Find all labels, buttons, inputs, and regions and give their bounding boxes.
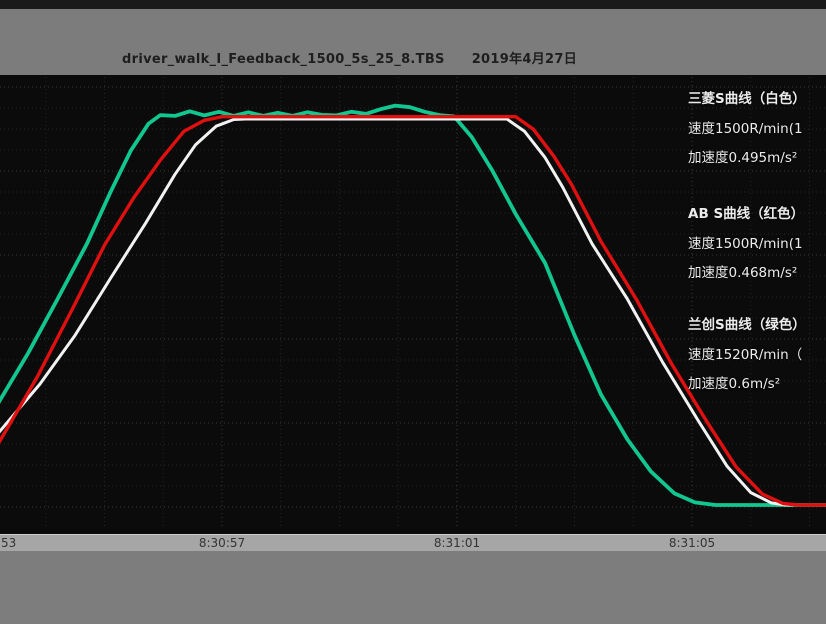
legend-block-red: AB S曲线（红色） 速度1500R/min(1 加速度0.468m/s² bbox=[688, 200, 804, 289]
x-tick-label: 8:31:01 bbox=[434, 535, 480, 551]
x-tick-label: 8:30:57 bbox=[199, 535, 245, 551]
capture-date: 2019年4月27日 bbox=[472, 48, 577, 67]
top-strip bbox=[0, 0, 826, 9]
chart-area: 三菱S曲线（白色） 速度1500R/min(1 加速度0.495m/s² AB … bbox=[0, 75, 826, 534]
legend-title-white: 三菱S曲线（白色） bbox=[688, 85, 806, 115]
legend-speed-green: 速度1520R/min（ bbox=[688, 341, 806, 371]
legend-block-green: 兰创S曲线（绿色） 速度1520R/min（ 加速度0.6m/s² bbox=[688, 311, 806, 400]
legend-speed-white: 速度1500R/min(1 bbox=[688, 115, 806, 145]
x-axis-strip: 53 8:30:57 8:31:01 8:31:05 bbox=[0, 534, 826, 551]
legend-accel-white: 加速度0.495m/s² bbox=[688, 144, 806, 174]
legend-title-green: 兰创S曲线（绿色） bbox=[688, 311, 806, 341]
footer-area bbox=[0, 551, 826, 624]
legend-accel-red: 加速度0.468m/s² bbox=[688, 259, 804, 289]
title-bar: driver_walk_I_Feedback_1500_5s_25_8.TBS … bbox=[0, 9, 826, 75]
legend-speed-red: 速度1500R/min(1 bbox=[688, 230, 804, 260]
legend-accel-green: 加速度0.6m/s² bbox=[688, 370, 806, 400]
legend-block-white: 三菱S曲线（白色） 速度1500R/min(1 加速度0.495m/s² bbox=[688, 85, 806, 174]
screen: driver_walk_I_Feedback_1500_5s_25_8.TBS … bbox=[0, 0, 826, 624]
x-tick-label: 8:31:05 bbox=[669, 535, 715, 551]
x-tick-label: 53 bbox=[1, 535, 16, 551]
legend-title-red: AB S曲线（红色） bbox=[688, 200, 804, 230]
file-title: driver_walk_I_Feedback_1500_5s_25_8.TBS bbox=[122, 52, 445, 67]
legend: 三菱S曲线（白色） 速度1500R/min(1 加速度0.495m/s² AB … bbox=[688, 75, 826, 534]
